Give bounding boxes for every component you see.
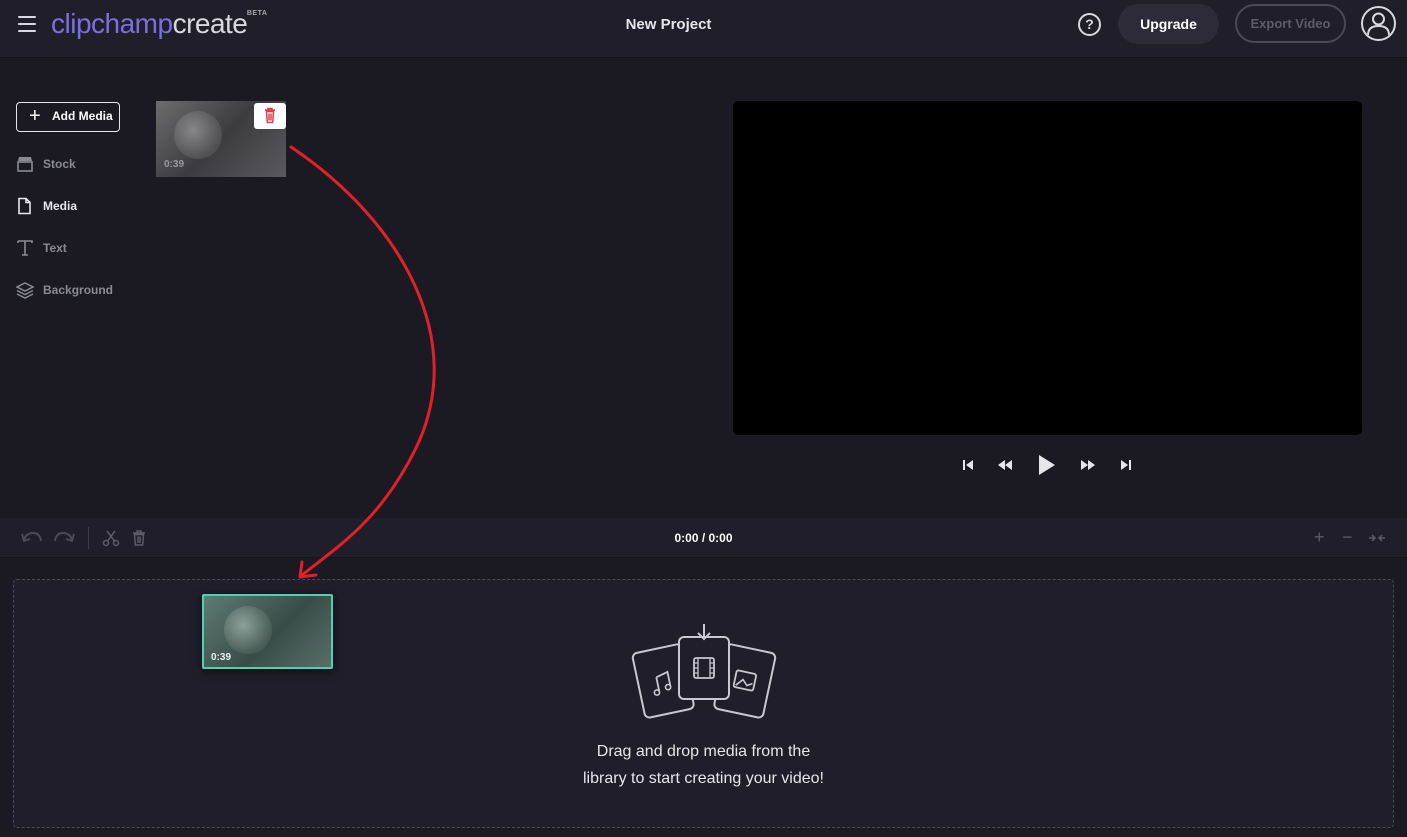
skip-to-end-icon[interactable] (1118, 454, 1134, 476)
upgrade-button[interactable]: Upgrade (1118, 4, 1219, 44)
zoom-out-icon[interactable]: − (1342, 527, 1353, 548)
media-drop-illustration (631, 624, 777, 719)
timeline-toolbar: 0:00 / 0:00 + − (0, 518, 1407, 558)
timecode-display: 0:00 / 0:00 (674, 531, 733, 545)
delete-clip-button[interactable] (254, 103, 286, 129)
top-bar: clipchampcreate BETA New Project ? Upgra… (0, 0, 1407, 58)
sidebar-item-media[interactable]: Media (16, 195, 136, 219)
sidebar-item-text[interactable]: Text (16, 237, 136, 261)
help-button[interactable]: ? (1078, 13, 1101, 36)
plus-icon: + (29, 105, 41, 127)
sidebar-item-label: Background (43, 283, 114, 297)
add-media-label: Add Media (52, 109, 113, 123)
sidebar: + Add Media Stock Media Text Background (0, 58, 140, 518)
play-icon[interactable] (1034, 454, 1058, 476)
trash-icon (265, 107, 275, 124)
sidebar-item-background[interactable]: Background (16, 279, 136, 303)
add-media-button[interactable]: + Add Media (16, 102, 120, 132)
clip-duration: 0:39 (211, 652, 232, 663)
clip-duration: 0:39 (164, 159, 185, 170)
sidebar-item-label: Stock (43, 157, 76, 171)
clip-thumbnail-image (174, 111, 222, 159)
video-preview (733, 101, 1362, 435)
file-icon (18, 197, 31, 215)
rewind-icon[interactable] (995, 454, 1015, 476)
sidebar-item-label: Media (43, 199, 78, 213)
sidebar-item-stock[interactable]: Stock (16, 153, 136, 177)
zoom-in-icon[interactable]: + (1314, 527, 1325, 548)
drop-hint-line: library to start creating your video! (583, 770, 824, 787)
drop-hint-text: Drag and drop media from the library to … (0, 738, 1407, 792)
store-icon (17, 157, 33, 172)
fit-timeline-icon[interactable] (1368, 531, 1386, 545)
drop-hint-line: Drag and drop media from the (596, 743, 811, 760)
dragged-clip[interactable]: 0:39 (202, 594, 333, 669)
text-icon (17, 240, 33, 256)
clip-thumbnail-image (224, 606, 272, 654)
fast-forward-icon[interactable] (1078, 454, 1098, 476)
layers-icon (16, 282, 34, 299)
sidebar-item-label: Text (43, 241, 67, 255)
account-icon[interactable] (1361, 6, 1396, 41)
skip-to-start-icon[interactable] (960, 454, 976, 476)
export-video-button[interactable]: Export Video (1235, 4, 1346, 43)
